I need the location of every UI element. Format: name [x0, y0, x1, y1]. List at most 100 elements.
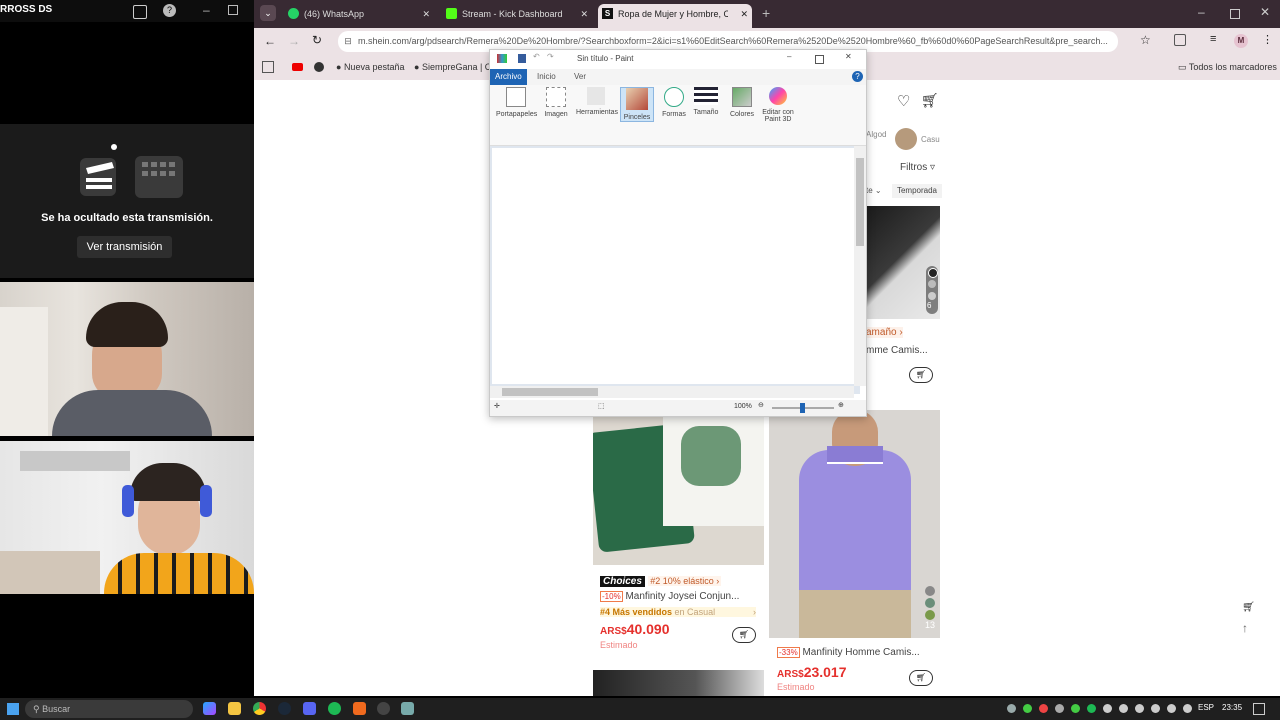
chrome-icon[interactable]: [253, 702, 266, 715]
menu-inicio[interactable]: Inicio: [537, 72, 556, 81]
product-title-right[interactable]: -33% Manfinity Homme Camis...: [777, 647, 937, 658]
product-image-next[interactable]: [593, 670, 764, 696]
tab-kick[interactable]: Stream - Kick Dashboard ✕: [442, 4, 592, 28]
menu-ver[interactable]: Ver: [574, 72, 586, 81]
tab-search-icon[interactable]: ⌄: [260, 5, 276, 21]
volume-icon[interactable]: [1135, 704, 1144, 713]
help-icon[interactable]: ?: [163, 4, 176, 17]
zoom-slider-thumb[interactable]: [800, 403, 805, 413]
cart-icon[interactable]: 🛒︎: [921, 92, 939, 109]
filter-chip-casual[interactable]: Casu: [921, 135, 940, 144]
tray-icon[interactable]: [1103, 704, 1112, 713]
paint-taskbar-icon[interactable]: [353, 702, 366, 715]
tray-icon[interactable]: [1183, 704, 1192, 713]
paint-canvas[interactable]: [492, 148, 854, 384]
close-icon[interactable]: ✕: [580, 4, 588, 24]
sort-chevron-icon[interactable]: te ⌄: [866, 186, 882, 195]
minimize-icon[interactable]: –: [787, 52, 791, 61]
bookmark-siempregana[interactable]: ● SiempreGana | Ca: [414, 54, 496, 80]
ribbon-image[interactable]: Imagen: [536, 87, 576, 118]
all-bookmarks[interactable]: ▭ Todos los marcadores: [1178, 54, 1277, 80]
redo-icon[interactable]: ↷: [547, 52, 554, 61]
forward-icon[interactable]: →: [288, 34, 300, 48]
youtube-icon[interactable]: [292, 63, 303, 71]
filter-chip-cotton[interactable]: Algod: [866, 130, 886, 139]
zoom-slider[interactable]: [772, 403, 834, 413]
mic-icon[interactable]: [1151, 704, 1160, 713]
media-icon[interactable]: ≡: [1210, 33, 1216, 45]
bookmark-new-tab[interactable]: ● Nueva pestaña: [336, 54, 404, 80]
product-title-left[interactable]: -10% Manfinity Joysei Conjun...: [600, 591, 764, 602]
ribbon-colors[interactable]: Colores: [722, 87, 762, 118]
menu-archivo[interactable]: Archivo: [490, 69, 527, 85]
menu-icon[interactable]: ⋮: [1262, 33, 1273, 46]
taskbar-search[interactable]: ⚲ Buscar: [25, 700, 193, 718]
language-indicator[interactable]: ESP: [1198, 703, 1214, 712]
clock[interactable]: 23:35: [1222, 703, 1242, 712]
extensions-icon[interactable]: [1174, 34, 1186, 46]
save-icon[interactable]: [518, 54, 526, 63]
filters-button[interactable]: Filtros ▿: [900, 162, 935, 173]
notification-icon[interactable]: [1253, 703, 1265, 715]
undo-icon[interactable]: ↶: [533, 52, 540, 61]
back-icon[interactable]: ←: [264, 34, 276, 48]
view-stream-button[interactable]: Ver transmisión: [77, 236, 172, 258]
bookmark-star-icon[interactable]: ☆: [1140, 33, 1151, 47]
casual-avatar[interactable]: [895, 128, 917, 150]
app-active-icon[interactable]: [401, 702, 414, 715]
add-to-cart-button[interactable]: 🛒︎: [909, 670, 933, 686]
chat-icon[interactable]: [133, 5, 147, 19]
ribbon-clipboard[interactable]: Portapapeles: [496, 87, 537, 118]
steam-icon[interactable]: [278, 702, 291, 715]
ribbon-brushes[interactable]: Pinceles: [620, 87, 654, 122]
tray-icon[interactable]: [1071, 704, 1080, 713]
minimize-icon[interactable]: –: [203, 3, 210, 17]
close-icon[interactable]: ✕: [845, 52, 852, 61]
spotify-icon[interactable]: [328, 702, 341, 715]
help-icon[interactable]: ?: [852, 71, 863, 82]
copilot-icon[interactable]: [203, 702, 216, 715]
horizontal-scrollbar[interactable]: [490, 386, 854, 398]
ribbon-tools[interactable]: Herramientas: [576, 87, 618, 116]
close-icon[interactable]: ✕: [422, 4, 430, 24]
tray-icon[interactable]: [1007, 704, 1016, 713]
floating-cart-icon[interactable]: 🛒︎: [1242, 602, 1255, 613]
new-tab-icon[interactable]: +: [762, 5, 770, 21]
add-to-cart-button[interactable]: 🛒︎: [732, 627, 756, 643]
zoom-in-icon[interactable]: ⊕: [838, 401, 844, 409]
close-window-icon[interactable]: ✕: [1260, 5, 1270, 19]
maximize-icon[interactable]: [228, 5, 238, 15]
zoom-out-icon[interactable]: ⊖: [758, 401, 764, 409]
maximize-icon[interactable]: [1230, 9, 1240, 19]
bestseller-row[interactable]: #4 Más vendidos en Casual ›: [600, 607, 756, 617]
obs-icon[interactable]: [377, 702, 390, 715]
tab-whatsapp[interactable]: (46) WhatsApp ✕: [284, 4, 434, 28]
minimize-icon[interactable]: –: [1198, 5, 1205, 19]
reload-icon[interactable]: ↻: [312, 33, 322, 47]
ribbon-paint3d[interactable]: Editar con Paint 3D: [758, 87, 798, 123]
add-to-cart-button[interactable]: 🛒︎: [909, 367, 933, 383]
vertical-scrollbar[interactable]: [854, 146, 866, 386]
close-icon[interactable]: ✕: [740, 4, 748, 24]
maximize-icon[interactable]: [815, 55, 824, 64]
tab-shein[interactable]: S Ropa de Mujer y Hombre, Con ✕: [598, 4, 752, 28]
profile-avatar[interactable]: M: [1234, 34, 1248, 48]
product-image-left[interactable]: [593, 416, 764, 565]
bookmark-site-icon[interactable]: [314, 62, 324, 72]
wifi-icon[interactable]: [1119, 704, 1128, 713]
product-name-right-top[interactable]: mme Camis...: [866, 345, 928, 356]
file-explorer-icon[interactable]: [228, 702, 241, 715]
discord-icon[interactable]: [303, 702, 316, 715]
apps-icon[interactable]: [262, 61, 274, 73]
season-filter[interactable]: Temporada: [892, 184, 942, 198]
windows-start-icon[interactable]: [7, 703, 19, 715]
tray-icon[interactable]: [1087, 704, 1096, 713]
site-info-icon[interactable]: ⊟: [338, 31, 358, 52]
ribbon-size[interactable]: Tamaño: [686, 87, 726, 116]
size-label[interactable]: amaño ›: [866, 327, 903, 338]
wishlist-icon[interactable]: ♡: [897, 92, 910, 110]
product-image-right-top[interactable]: 6: [866, 206, 940, 319]
elastic-tag[interactable]: #2 10% elástico ›: [648, 576, 722, 586]
tray-icon[interactable]: [1039, 704, 1048, 713]
tray-icon[interactable]: [1055, 704, 1064, 713]
